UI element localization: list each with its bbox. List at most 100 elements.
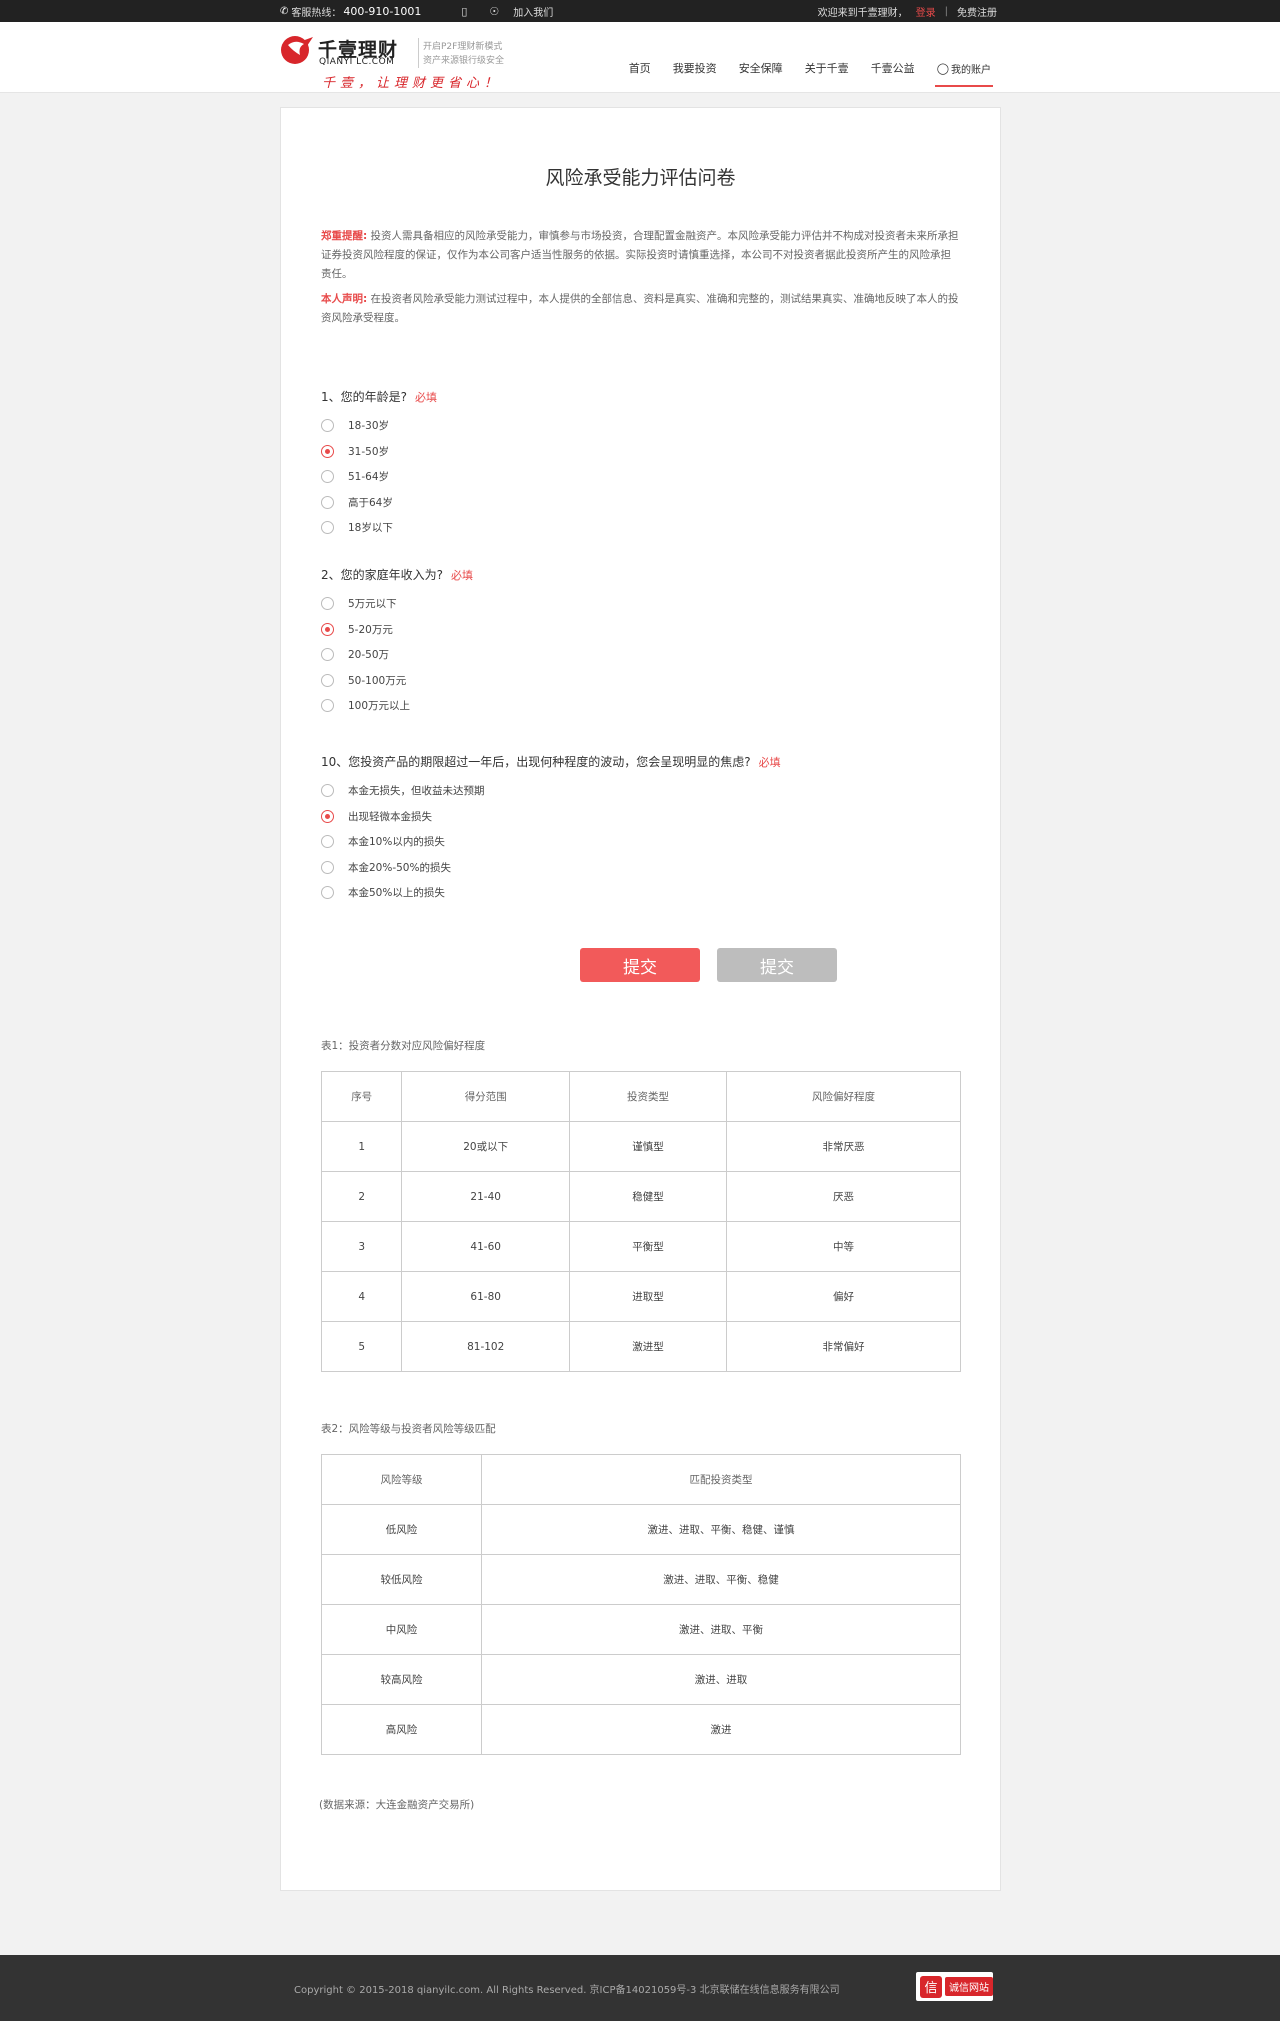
trust-badge-icon: 信: [920, 1975, 942, 1998]
option-item[interactable]: 20-50万: [321, 642, 961, 668]
option-item[interactable]: 本金10%以内的损失: [321, 829, 961, 855]
question-title: 2、您的家庭年收入为? 必填: [321, 566, 961, 583]
page-title: 风险承受能力评估问卷: [545, 167, 736, 189]
nav-home[interactable]: 首页: [629, 60, 651, 76]
top-bar: ✆ 客服热线： 400-910-1001 ▯ ☉ 加入我们 欢迎来到千壹理财， …: [0, 0, 1280, 22]
radio-button[interactable]: [321, 419, 334, 433]
radio-button[interactable]: [321, 597, 334, 611]
table-cell: 激进、进取、平衡、稳健、谨慎: [481, 1504, 961, 1555]
nav-security[interactable]: 安全保障: [739, 60, 783, 76]
radio-button[interactable]: [321, 835, 334, 849]
table-cell: 激进: [481, 1704, 961, 1755]
table-cell: 平衡型: [568, 1221, 728, 1272]
option-item[interactable]: 5-20万元: [321, 617, 961, 643]
table-row: 较低风险 激进、进取、平衡、稳健: [321, 1554, 961, 1605]
copyright-text: Copyright © 2015-2018 qianyilc.com. All …: [294, 1985, 840, 1996]
option-item[interactable]: 本金20%-50%的损失: [321, 855, 961, 881]
option-label: 本金50%以上的损失: [348, 887, 445, 900]
table-row: 4 61-80 进取型 偏好: [320, 1271, 961, 1322]
option-item[interactable]: 100万元以上: [321, 693, 961, 719]
option-item[interactable]: 高于64岁: [321, 490, 961, 516]
table-header-cell: 序号: [320, 1071, 403, 1122]
radio-button[interactable]: [321, 699, 334, 713]
radio-button-selected[interactable]: [321, 444, 334, 458]
logo-domain: QIANYI LC.COM: [319, 57, 395, 67]
nav-my-account[interactable]: ◯ 我的账户: [934, 61, 994, 87]
logo-tagline-2: 资产来源银行级安全: [423, 56, 505, 66]
logo-divider: [418, 38, 419, 68]
table-row: 1 20或以下 谨慎型 非常厌恶: [320, 1121, 961, 1172]
risk-level-match-table: 风险等级 匹配投资类型 低风险 激进、进取、平衡、稳健、谨慎 较低风险 激进、进…: [321, 1454, 961, 1755]
submit-button[interactable]: 提交: [580, 948, 700, 982]
options-list: 本金无损失，但收益未达预期 出现轻微本金损失 本金10%以内的损失 本金20%-…: [321, 778, 961, 906]
option-label: 18-30岁: [348, 420, 390, 433]
option-item[interactable]: 18-30岁: [321, 413, 961, 439]
radio-button-selected[interactable]: [321, 809, 334, 823]
table-row: 低风险 激进、进取、平衡、稳健、谨慎: [321, 1504, 961, 1555]
radio-button[interactable]: [321, 648, 334, 662]
table-cell: 61-80: [401, 1271, 570, 1322]
register-link[interactable]: 免费注册: [957, 4, 997, 19]
radio-button[interactable]: [321, 470, 334, 484]
radio-button-selected[interactable]: [321, 622, 334, 636]
table-header-cell: 投资类型: [568, 1071, 728, 1122]
hotline-label: 客服热线：: [291, 7, 342, 19]
table1-caption: 表1：投资者分数对应风险偏好程度: [321, 1040, 486, 1052]
option-item[interactable]: 本金50%以上的损失: [321, 880, 961, 906]
option-label: 出现轻微本金损失: [348, 810, 432, 823]
table-cell: 非常偏好: [726, 1321, 961, 1372]
logo-icon[interactable]: [280, 35, 315, 65]
option-item[interactable]: 本金无损失，但收益未达预期: [321, 778, 961, 804]
option-item[interactable]: 51-64岁: [321, 464, 961, 490]
table-cell: 高风险: [321, 1704, 482, 1755]
submit-button-disabled[interactable]: 提交: [717, 948, 837, 982]
nav-about[interactable]: 关于千壹: [805, 60, 849, 76]
table-row: 2 21-40 稳健型 厌恶: [320, 1171, 961, 1222]
join-us-link[interactable]: 加入我们: [513, 4, 553, 19]
question-10: 10、您投资产品的期限超过一年后，出现何种程度的波动，您会呈现明显的焦虑? 必填 …: [321, 753, 961, 906]
option-item[interactable]: 31-50岁: [321, 439, 961, 465]
option-item[interactable]: 5万元以下: [321, 591, 961, 617]
notice-declaration: 本人声明: 在投资者风险承受能力测试过程中，本人提供的全部信息、资料是真实、准确…: [321, 290, 961, 328]
wechat-icon[interactable]: ☉: [489, 5, 499, 18]
radio-button[interactable]: [321, 784, 334, 798]
radio-button[interactable]: [321, 521, 334, 535]
question-title: 1、您的年龄是? 必填: [321, 388, 961, 405]
trust-badge[interactable]: 信 诚信网站: [916, 1972, 993, 2001]
required-mark: 必填: [415, 391, 438, 404]
notice-declaration-text: 在投资者风险承受能力测试过程中，本人提供的全部信息、资料是真实、准确和完整的，测…: [321, 293, 959, 324]
required-mark: 必填: [451, 569, 474, 582]
phone-icon: ✆: [280, 5, 289, 17]
table-cell: 激进、进取、平衡、稳健: [481, 1554, 961, 1605]
table-row: 高风险 激进: [321, 1704, 961, 1755]
option-item[interactable]: 18岁以下: [321, 515, 961, 541]
radio-button[interactable]: [321, 886, 334, 900]
logo-tagline-1: 开启P2F理财新模式: [423, 42, 503, 52]
table-cell: 1: [320, 1121, 403, 1172]
option-item[interactable]: 50-100万元: [321, 668, 961, 694]
table-cell: 偏好: [726, 1271, 961, 1322]
radio-button[interactable]: [321, 673, 334, 687]
radio-button[interactable]: [321, 495, 334, 509]
login-link[interactable]: 登录: [916, 4, 936, 19]
mobile-app-icon[interactable]: ▯: [461, 5, 467, 18]
table-cell: 激进、进取、平衡: [481, 1604, 961, 1655]
question-1: 1、您的年龄是? 必填 18-30岁 31-50岁 51-64岁 高于64岁 18…: [321, 388, 961, 541]
site-footer: Copyright © 2015-2018 qianyilc.com. All …: [0, 1955, 1280, 2021]
table-row: 中风险 激进、进取、平衡: [321, 1604, 961, 1655]
nav-invest[interactable]: 我要投资: [673, 60, 717, 76]
nav-charity[interactable]: 千壹公益: [871, 60, 915, 76]
option-item[interactable]: 出现轻微本金损失: [321, 804, 961, 830]
radio-button[interactable]: [321, 860, 334, 874]
option-label: 31-50岁: [348, 445, 390, 458]
table-cell: 中风险: [321, 1604, 482, 1655]
table-cell: 谨慎型: [568, 1121, 728, 1172]
table-cell: 中等: [726, 1221, 961, 1272]
welcome-text: 欢迎来到千壹理财，: [817, 7, 908, 19]
option-label: 18岁以下: [348, 522, 393, 535]
table-cell: 进取型: [568, 1271, 728, 1322]
table-header-cell: 风险等级: [321, 1454, 482, 1505]
option-label: 本金10%以内的损失: [348, 836, 445, 849]
question-2: 2、您的家庭年收入为? 必填 5万元以下 5-20万元 20-50万 50-100…: [321, 566, 961, 719]
table-cell: 厌恶: [726, 1171, 961, 1222]
